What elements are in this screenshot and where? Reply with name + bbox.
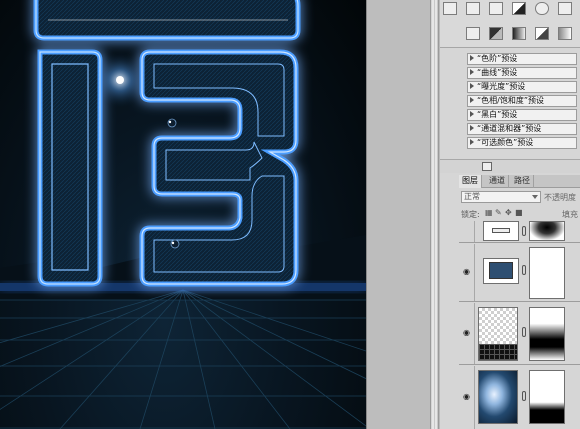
neon-letter-shapes [33,0,301,287]
adjustment-presets-list: “色阶”预设 “曲线”预设 “曝光度”预设 “色相/饱和度”预设 “黑白”预设 … [467,53,577,151]
opacity-label: 不透明度 [544,193,576,202]
preset-levels[interactable]: “色阶”预设 [467,53,577,65]
lock-transparent-icon[interactable]: ▦ [485,209,493,217]
fill-label: 填充 [562,210,578,219]
adjustments-icon-grid [440,0,580,48]
preset-label: “黑白”预设 [477,110,518,119]
threshold-icon[interactable] [535,27,549,40]
layer-row[interactable] [459,221,580,243]
right-panel-dock: “色阶”预设 “曲线”预设 “曝光度”预设 “色相/饱和度”预设 “黑白”预设 … [440,0,580,429]
separator [474,221,475,242]
vertical-scrollbar[interactable] [430,0,439,429]
lock-position-icon[interactable]: ✥ [505,209,512,217]
panel-options-icon[interactable] [482,162,492,171]
layers-panel: 正常 不透明度 锁定: ▦ ✎ ✥ ■ 填充 ◉ ◉ ◉ [459,188,580,429]
sky-layer-thumbnail[interactable] [478,370,518,424]
layer-row[interactable]: ◉ [459,303,580,365]
layers-panel-tabs: 图层 通道 路径 [459,175,580,188]
invert-icon[interactable] [489,27,503,40]
lock-all-icon[interactable]: ■ [515,209,523,217]
scrollbar-thumb[interactable] [432,0,438,429]
preset-label: “曝光度”预设 [477,82,526,91]
preset-curves[interactable]: “曲线”预设 [467,67,577,79]
brightness-contrast-icon[interactable] [443,2,457,15]
link-chain-icon[interactable] [522,226,526,236]
neon-artwork [0,0,366,429]
expand-triangle-icon [470,125,474,131]
tab-paths[interactable]: 路径 [511,175,534,188]
tab-channels[interactable]: 通道 [486,175,509,188]
curves-icon[interactable] [489,2,503,15]
layer-mask-thumbnail[interactable] [529,370,565,424]
exposure-icon[interactable] [512,2,526,15]
selective-color-icon[interactable] [558,27,572,40]
layer-row[interactable]: ◉ [459,244,580,302]
layer-mask-thumbnail[interactable] [529,221,565,241]
expand-triangle-icon [470,97,474,103]
layers-list: ◉ ◉ ◉ [459,221,580,429]
expand-triangle-icon [470,69,474,75]
expand-triangle-icon [470,139,474,145]
layer-row[interactable]: ◉ [459,366,580,429]
vibrance-icon[interactable] [535,2,549,15]
adjustment-thumbnail[interactable] [483,221,519,241]
dropdown-arrow-icon [532,195,538,199]
hue-saturation-icon[interactable] [558,2,572,15]
grid-preview [479,344,517,360]
workspace-background [366,0,430,429]
levels-icon[interactable] [466,2,480,15]
channel-mixer-icon[interactable] [466,27,480,40]
gradient-map-icon[interactable] [512,27,526,40]
preset-label: “色相/饱和度”预设 [477,96,544,105]
link-chain-icon[interactable] [522,265,526,275]
grid-floor [0,289,366,429]
link-chain-icon[interactable] [522,327,526,337]
tab-layers[interactable]: 图层 [459,175,482,188]
expand-triangle-icon [470,83,474,89]
visibility-eye-icon[interactable]: ◉ [461,268,472,276]
document-canvas[interactable] [0,0,366,429]
preset-label: “曲线”预设 [477,68,518,77]
slider-icon [492,228,510,233]
expand-triangle-icon [470,111,474,117]
expand-triangle-icon [470,55,474,61]
separator [474,303,475,364]
preset-label: “通道混和器”预设 [477,124,542,133]
preset-black-white[interactable]: “黑白”预设 [467,109,577,121]
visibility-eye-icon[interactable]: ◉ [461,329,472,337]
adjustments-panel-footer [440,159,580,173]
lock-label: 锁定: [461,210,480,219]
preset-exposure[interactable]: “曝光度”预设 [467,81,577,93]
blend-mode-value: 正常 [464,192,480,201]
separator [474,244,475,301]
preset-selective-color[interactable]: “可选颜色”预设 [467,137,577,149]
preset-hue-saturation[interactable]: “色相/饱和度”预设 [467,95,577,107]
lock-image-icon[interactable]: ✎ [495,209,502,217]
fill-thumbnail[interactable] [483,258,519,284]
blend-mode-select[interactable]: 正常 [461,191,541,203]
visibility-eye-icon[interactable]: ◉ [461,393,472,401]
preset-label: “色阶”预设 [477,54,518,63]
separator [474,366,475,429]
preset-label: “可选颜色”预设 [477,138,534,147]
layer-thumbnail[interactable] [478,307,518,361]
preset-channel-mixer[interactable]: “通道混和器”预设 [467,123,577,135]
layer-mask-thumbnail[interactable] [529,247,565,299]
link-chain-icon[interactable] [522,391,526,401]
color-swatch [489,262,513,279]
layer-mask-thumbnail[interactable] [529,307,565,361]
